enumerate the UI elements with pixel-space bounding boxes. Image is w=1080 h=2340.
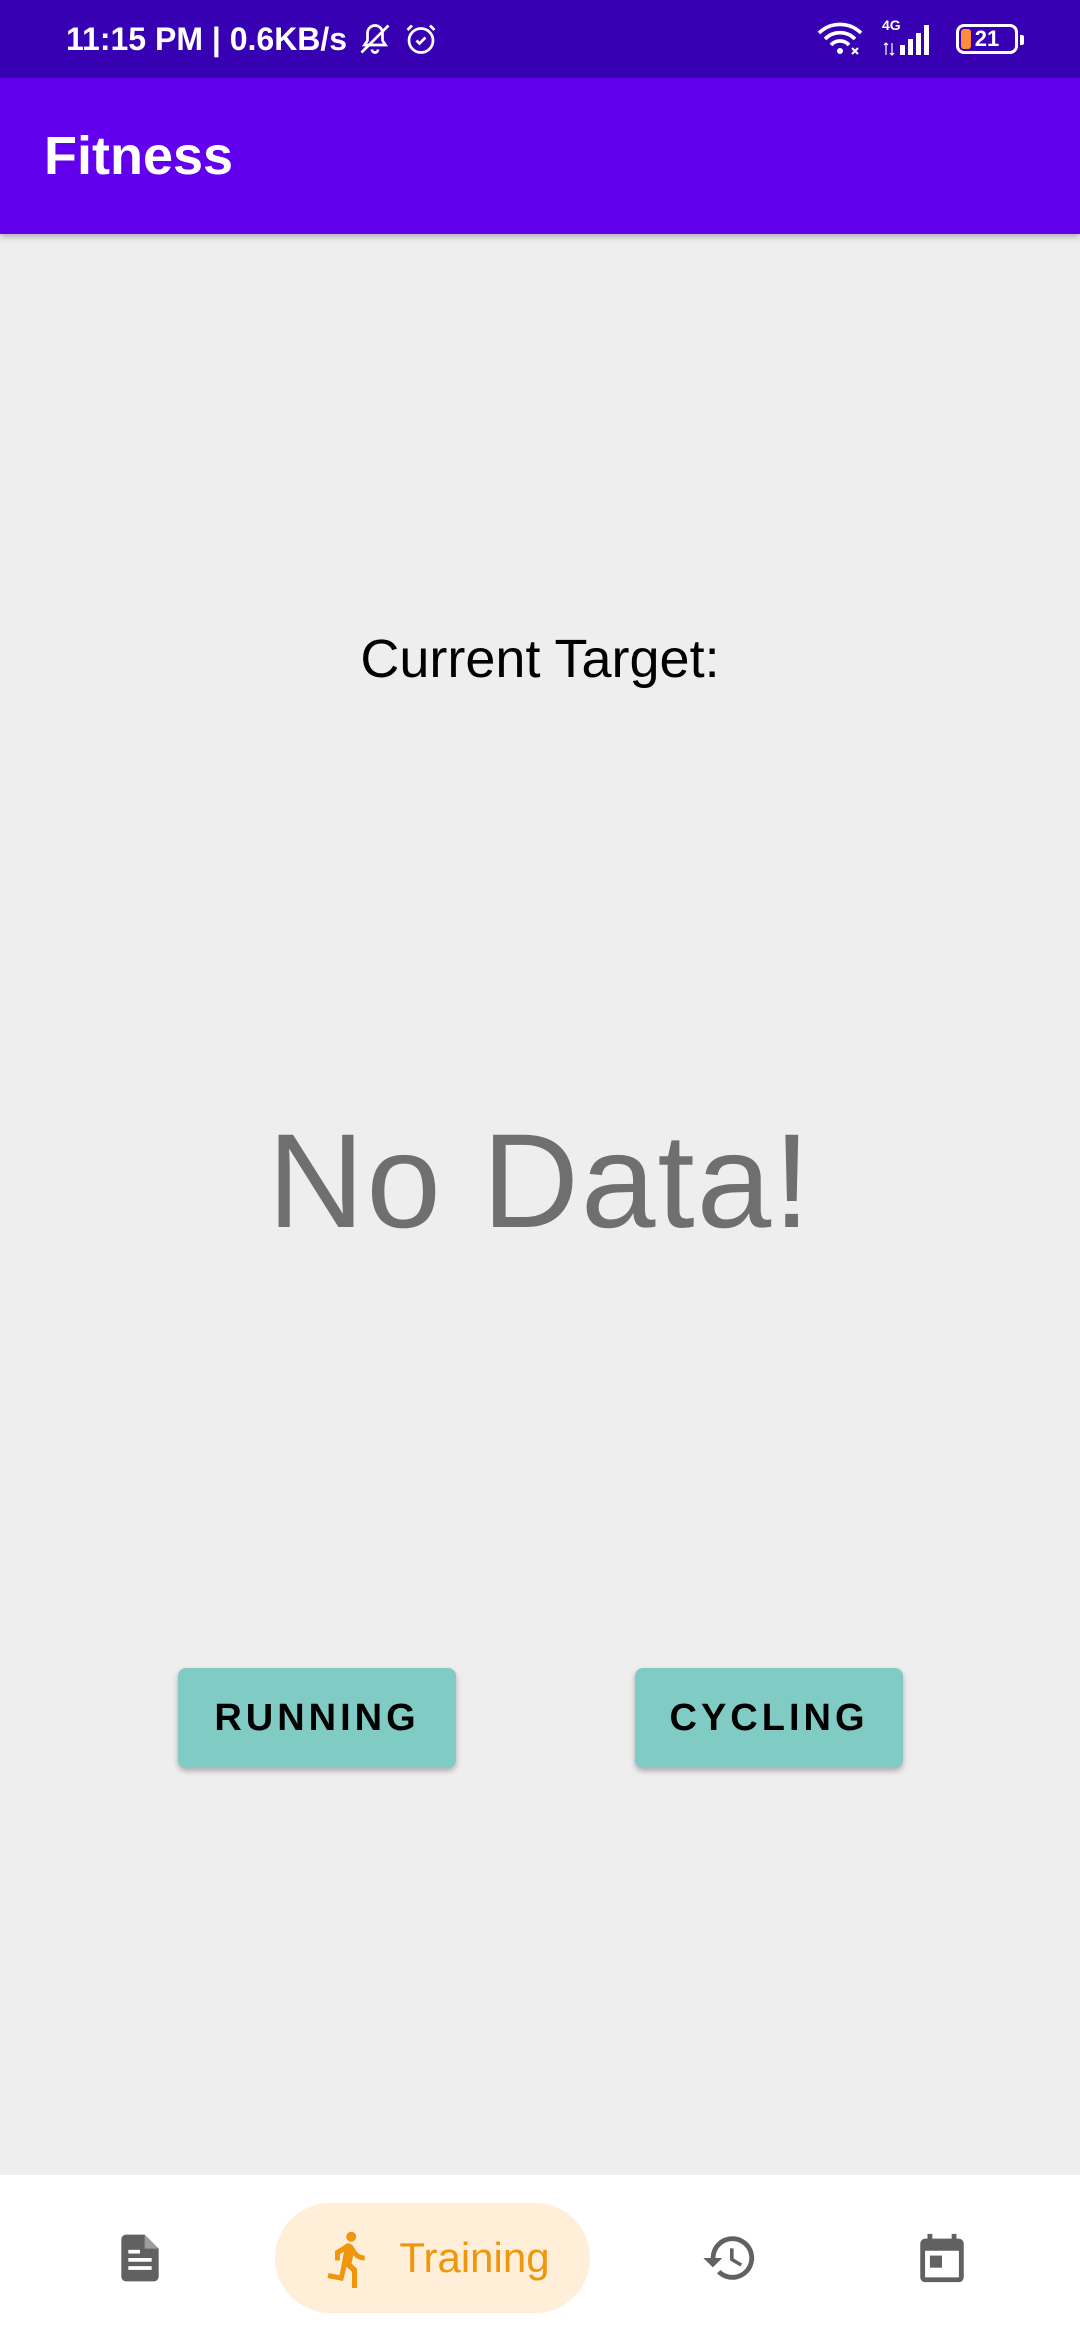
app-bar: Fitness xyxy=(0,78,1080,234)
bell-muted-icon xyxy=(360,24,390,54)
nav-item-notes[interactable] xyxy=(60,2175,220,2340)
cycling-button[interactable]: CYCLING xyxy=(635,1668,903,1768)
app-title: Fitness xyxy=(44,126,234,186)
calendar-icon xyxy=(920,2233,964,2282)
battery-level: 21 xyxy=(974,26,1000,51)
nav-training-label: Training xyxy=(399,2234,550,2281)
nav-item-calendar[interactable] xyxy=(862,2175,1022,2340)
battery-icon: 21 xyxy=(956,24,1024,54)
signal-icon: 4G xyxy=(882,17,938,57)
bottom-navigation: Training xyxy=(0,2175,1080,2340)
current-target-label: Current Target: xyxy=(360,629,720,689)
status-right: 4G 21 xyxy=(816,0,1024,78)
nav-item-training[interactable]: Training xyxy=(275,2203,590,2313)
notes-icon xyxy=(121,2234,159,2281)
status-left: 11:15 PM | 0.6KB/s xyxy=(66,0,439,78)
status-time-speed: 11:15 PM | 0.6KB/s xyxy=(66,20,348,57)
history-icon xyxy=(703,2235,755,2280)
status-bar: 11:15 PM | 0.6KB/s 4G 21 xyxy=(0,0,1080,78)
nav-item-history[interactable] xyxy=(650,2175,810,2340)
running-icon xyxy=(327,2231,366,2288)
no-data-text: No Data! xyxy=(267,1107,813,1256)
alarm-icon xyxy=(406,24,436,54)
wifi-icon xyxy=(817,22,863,55)
running-button[interactable]: RUNNING xyxy=(178,1668,456,1768)
